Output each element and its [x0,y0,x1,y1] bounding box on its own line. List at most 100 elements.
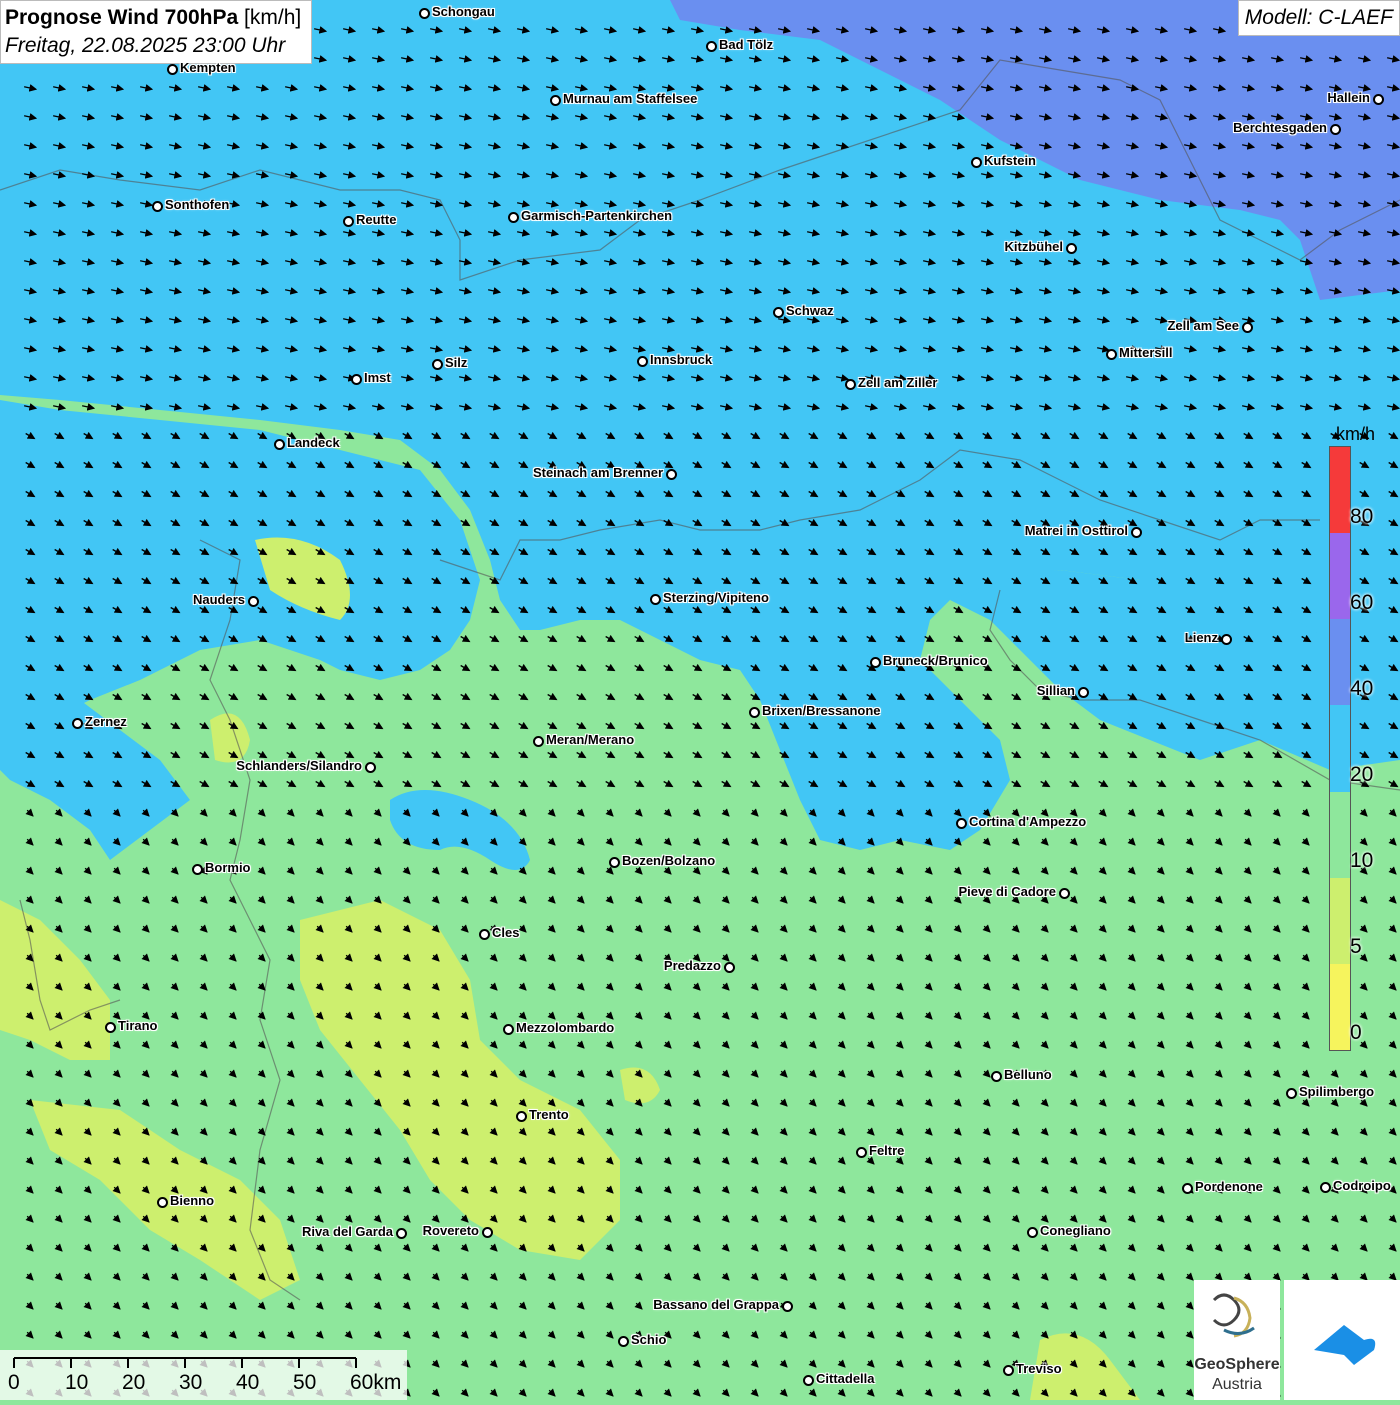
city-marker [396,1228,407,1239]
city-marker [1320,1182,1331,1193]
city-marker [782,1301,793,1312]
city-marker [618,1336,629,1347]
scale-label: 60km [350,1371,402,1394]
city-marker [706,41,717,52]
legend-swatch [1330,705,1350,792]
city-label: Bienno [170,1193,215,1208]
city-marker [343,216,354,227]
legend-label: 80 [1350,505,1374,528]
legend-label: 20 [1350,763,1374,786]
city-marker [773,307,784,318]
city-label: Steinach am Brenner [532,465,663,480]
city-marker [508,212,519,223]
city-label: Rovereto [422,1223,479,1238]
legend-label: 40 [1350,677,1374,700]
city-label: Tirano [118,1018,158,1033]
city-label: Hallein [1327,90,1370,105]
city-marker [1078,687,1089,698]
city-marker [1182,1183,1193,1194]
city-marker [1373,94,1384,105]
city-label: Codroipo [1333,1178,1391,1193]
city-label: Schio [631,1332,667,1347]
city-label: Mezzolombardo [516,1020,615,1035]
city-label: Lienz [1184,630,1218,645]
legend-swatch [1330,447,1350,534]
city-marker [991,1071,1002,1082]
city-label: Schlanders/Silandro [236,758,362,773]
city-label: Kitzbühel [1004,239,1064,254]
city-marker [956,818,967,829]
city-marker [503,1024,514,1035]
scale-label: 20 [122,1371,146,1394]
legend-swatch [1330,619,1350,706]
scale-label: 30 [179,1371,203,1394]
city-label: Pordenone [1195,1179,1263,1194]
city-marker [550,95,561,106]
scale-label: 50 [293,1371,317,1394]
city-marker [637,356,648,367]
city-label: Nauders [192,592,245,607]
city-marker [479,929,490,940]
city-marker [749,707,760,718]
city-marker [1003,1365,1014,1376]
app-logo [1284,1280,1400,1400]
city-label: Feltre [869,1143,905,1158]
app-icon [1314,1325,1376,1365]
city-label: Spilimbergo [1299,1084,1375,1099]
city-marker [167,64,178,75]
city-marker [72,718,83,729]
city-label: Innsbruck [650,352,713,367]
city-label: Cles [492,925,520,940]
city-marker [1286,1088,1297,1099]
city-marker [365,762,376,773]
city-label: Bad Tölz [719,37,774,52]
city-marker [1330,124,1341,135]
city-label: Zernez [85,714,127,729]
city-label: Pieve di Cadore [958,884,1056,899]
city-marker [351,374,362,385]
city-label: Bozen/Bolzano [622,853,716,868]
city-marker [1106,349,1117,360]
legend-swatch [1330,533,1350,620]
city-label: Sonthofen [165,197,230,212]
city-label: Kempten [180,60,236,75]
city-marker [870,657,881,668]
scale-ticks [13,1357,357,1368]
city-label: Bassano del Grappa [653,1297,779,1312]
city-marker [432,359,443,370]
city-label: Cittadella [816,1371,875,1386]
city-label: Trento [529,1107,569,1122]
geosphere-icon [1212,1293,1255,1338]
city-marker [803,1375,814,1386]
title-box: Prognose Wind 700hPa [km/h] Freitag, 22.… [0,0,313,64]
city-label: Bormio [205,860,251,875]
scale-label: 0 [8,1371,20,1394]
city-marker [1221,634,1232,645]
city-label: Predazzo [663,958,721,973]
city-marker [1242,322,1253,333]
city-label: Treviso [1016,1361,1062,1376]
city-label: Bruneck/Brunico [883,653,988,668]
city-marker [1131,527,1142,538]
city-marker [971,157,982,168]
city-label: Brixen/Bressanone [762,703,881,718]
legend-label: 5 [1350,935,1362,958]
city-label: Cortina d'Ampezzo [969,814,1087,829]
city-marker [516,1111,527,1122]
legend-swatch [1330,791,1350,878]
title-main: Prognose Wind 700hPa [5,6,239,29]
city-label: Reutte [356,212,397,227]
city-marker [274,439,285,450]
city-marker [1027,1227,1038,1238]
city-marker [856,1147,867,1158]
city-marker [152,201,163,212]
legend-swatch [1330,963,1350,1050]
city-marker [1059,888,1070,899]
legend-unit: km/h [1336,424,1376,444]
city-marker [192,864,203,875]
geosphere-text-2: Austria [1212,1376,1262,1393]
scale-label: 10 [65,1371,89,1394]
city-label: Mittersill [1119,345,1173,360]
city-label: Schwaz [786,303,834,318]
city-label: Imst [364,370,391,385]
